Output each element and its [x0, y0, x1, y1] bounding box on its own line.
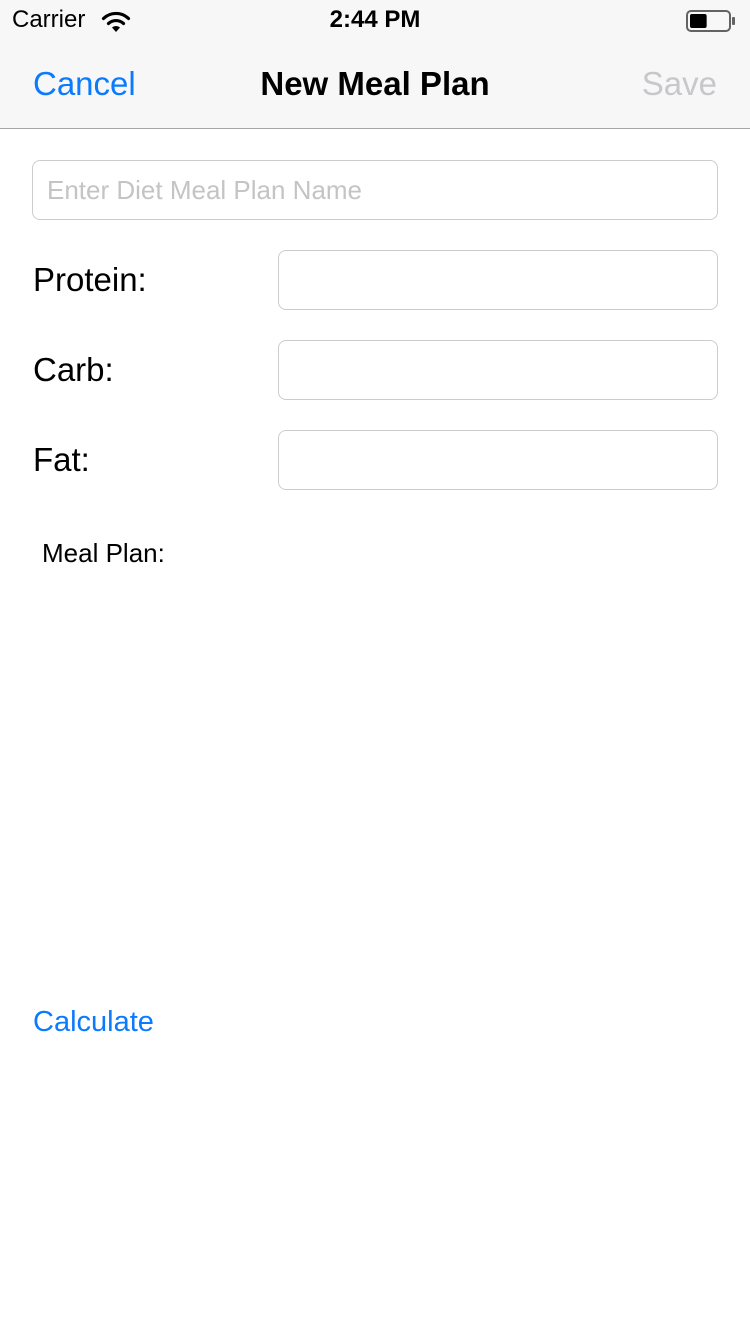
top-bar: Carrier 2:44 PM Cancel New Meal Plan Sav…	[0, 0, 750, 129]
status-time: 2:44 PM	[329, 6, 421, 33]
protein-input[interactable]	[278, 250, 718, 310]
screen: Carrier 2:44 PM Cancel New Meal Plan Sav…	[0, 0, 750, 1334]
page-title: New Meal Plan	[260, 65, 490, 102]
meal-plan-label: Meal Plan:	[42, 538, 165, 568]
protein-label: Protein:	[33, 261, 147, 298]
carb-input[interactable]	[278, 340, 718, 400]
fat-input[interactable]	[278, 430, 718, 490]
save-button[interactable]: Save	[642, 64, 717, 104]
calculate-button[interactable]: Calculate	[33, 1004, 154, 1040]
meal-plan-name-input[interactable]	[32, 160, 718, 220]
carb-label: Carb:	[33, 351, 114, 388]
battery-icon	[686, 10, 735, 32]
battery-level-fill	[690, 14, 707, 28]
fat-label: Fat:	[33, 441, 90, 478]
